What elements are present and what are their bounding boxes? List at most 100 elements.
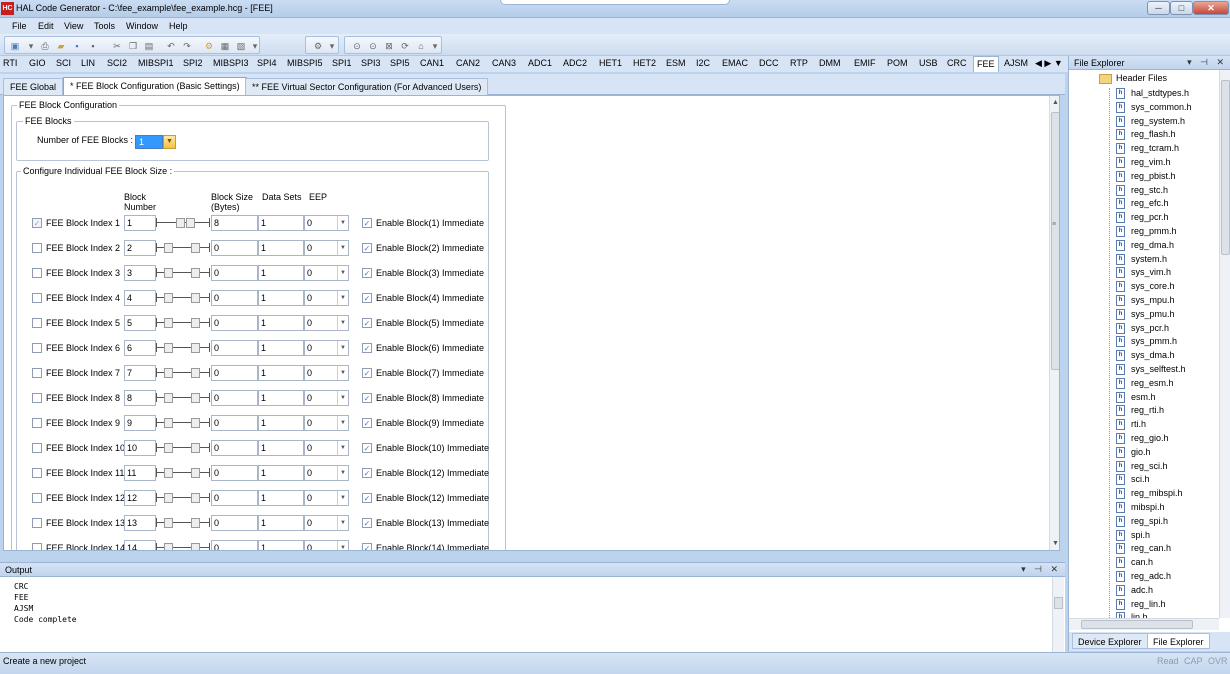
redo-icon[interactable]: ↷ [181, 40, 193, 52]
immediate-checkbox[interactable]: ✓ [362, 343, 372, 353]
block-size-slider[interactable] [154, 215, 210, 231]
block-size-slider[interactable] [154, 390, 210, 406]
eep-select[interactable]: 0 ▼ [304, 390, 349, 406]
tab-rti[interactable]: RTI [3, 58, 17, 68]
eep-select[interactable]: 0 ▼ [304, 415, 349, 431]
block-number-input[interactable]: 13 [124, 515, 156, 531]
tab-adc1[interactable]: ADC1 [528, 58, 552, 68]
scroll-up-icon[interactable]: ▲ [1052, 99, 1059, 106]
block-size-slider[interactable] [154, 540, 210, 550]
immediate-checkbox[interactable]: ✓ [362, 218, 372, 228]
immediate-checkbox[interactable]: ✓ [362, 443, 372, 453]
block-enable-checkbox[interactable] [32, 518, 42, 528]
eep-select[interactable]: 0 ▼ [304, 215, 349, 231]
tab-adc2[interactable]: ADC2 [563, 58, 587, 68]
data-sets-input[interactable]: 1 [258, 390, 304, 406]
menu-edit[interactable]: Edit [38, 21, 54, 31]
block-enable-checkbox[interactable] [32, 543, 42, 550]
tab-mibspi1[interactable]: MIBSPI1 [138, 58, 174, 68]
eep-select[interactable]: 0 ▼ [304, 290, 349, 306]
back-icon[interactable]: ⊙ [351, 40, 363, 52]
eep-select[interactable]: 0 ▼ [304, 240, 349, 256]
immediate-checkbox[interactable]: ✓ [362, 318, 372, 328]
block-enable-checkbox[interactable] [32, 493, 42, 503]
block-number-input[interactable]: 11 [124, 465, 156, 481]
eep-select[interactable]: 0 ▼ [304, 365, 349, 381]
tab-can2[interactable]: CAN2 [456, 58, 480, 68]
menu-file[interactable]: File [12, 21, 27, 31]
data-sets-input[interactable]: 1 [258, 490, 304, 506]
tab-can1[interactable]: CAN1 [420, 58, 444, 68]
tab-sci2[interactable]: SCI2 [107, 58, 127, 68]
undo-icon[interactable]: ↶ [165, 40, 177, 52]
block-enable-checkbox[interactable] [32, 393, 42, 403]
block-size-input[interactable]: 0 [211, 315, 258, 331]
data-sets-input[interactable]: 1 [258, 240, 304, 256]
generate-icon[interactable]: ⚙ [203, 40, 215, 52]
open-folder-icon[interactable]: ▰ [55, 40, 67, 52]
tab-fee[interactable]: FEE [973, 56, 999, 72]
scroll-down-icon[interactable]: ▼ [1052, 540, 1059, 547]
eep-select[interactable]: 0 ▼ [304, 540, 349, 550]
tab-fee-global[interactable]: FEE Global [3, 78, 64, 95]
block-enable-checkbox[interactable] [32, 268, 42, 278]
menu-window[interactable]: Window [126, 21, 158, 31]
eep-select[interactable]: 0 ▼ [304, 440, 349, 456]
block-size-slider[interactable] [154, 415, 210, 431]
block-number-input[interactable]: 6 [124, 340, 156, 356]
tab-rtp[interactable]: RTP [790, 58, 808, 68]
block-enable-checkbox[interactable]: ✓ [32, 218, 42, 228]
save-icon[interactable]: ▪ [71, 40, 83, 52]
block-number-input[interactable]: 4 [124, 290, 156, 306]
eep-select[interactable]: 0 ▼ [304, 315, 349, 331]
tab-lin[interactable]: LIN [81, 58, 95, 68]
tab-dmm[interactable]: DMM [819, 58, 841, 68]
tab-mibspi3[interactable]: MIBSPI3 [213, 58, 249, 68]
block-enable-checkbox[interactable] [32, 368, 42, 378]
block-size-slider[interactable] [154, 515, 210, 531]
block-number-input[interactable]: 3 [124, 265, 156, 281]
toolbar-overflow-icon[interactable]: ▾ [249, 40, 261, 52]
refresh-icon[interactable]: ⟳ [399, 40, 411, 52]
block-size-slider[interactable] [154, 490, 210, 506]
immediate-checkbox[interactable]: ✓ [362, 418, 372, 428]
tab-esm[interactable]: ESM [666, 58, 686, 68]
nav-dropdown-icon[interactable]: ▾ [429, 40, 441, 52]
block-enable-checkbox[interactable] [32, 443, 42, 453]
tab-het2[interactable]: HET2 [633, 58, 656, 68]
tab-emac[interactable]: EMAC [722, 58, 748, 68]
immediate-checkbox[interactable]: ✓ [362, 243, 372, 253]
block-size-slider[interactable] [154, 465, 210, 481]
block-number-input[interactable]: 7 [124, 365, 156, 381]
block-number-input[interactable]: 9 [124, 415, 156, 431]
immediate-checkbox[interactable]: ✓ [362, 543, 372, 550]
tab-usb[interactable]: USB [919, 58, 938, 68]
settings-icon[interactable]: ⚙ [312, 40, 324, 52]
menu-help[interactable]: Help [169, 21, 188, 31]
tab-i2c[interactable]: I2C [696, 58, 710, 68]
cut-icon[interactable]: ✂ [111, 40, 123, 52]
data-sets-input[interactable]: 1 [258, 415, 304, 431]
tab-het1[interactable]: HET1 [599, 58, 622, 68]
export-icon[interactable]: ▧ [235, 40, 247, 52]
file-tree-hscroll[interactable] [1069, 618, 1219, 630]
block-size-input[interactable]: 0 [211, 390, 258, 406]
block-enable-checkbox[interactable] [32, 418, 42, 428]
tab-file-explorer[interactable]: File Explorer [1147, 633, 1210, 649]
data-sets-input[interactable]: 1 [258, 440, 304, 456]
tab-spi1[interactable]: SPI1 [332, 58, 352, 68]
block-number-input[interactable]: 5 [124, 315, 156, 331]
menu-view[interactable]: View [64, 21, 83, 31]
immediate-checkbox[interactable]: ✓ [362, 468, 372, 478]
close-button[interactable]: ✕ [1193, 1, 1229, 15]
output-pane-controls[interactable]: ▾ ⊣ ✕ [1021, 564, 1061, 575]
block-size-input[interactable]: 0 [211, 465, 258, 481]
block-size-slider[interactable] [154, 315, 210, 331]
immediate-checkbox[interactable]: ✓ [362, 293, 372, 303]
config-icon[interactable]: ▦ [219, 40, 231, 52]
data-sets-input[interactable]: 1 [258, 265, 304, 281]
file-explorer-controls[interactable]: ▾ ⊣ ✕ [1187, 57, 1227, 68]
tab-emif[interactable]: EMIF [854, 58, 876, 68]
block-enable-checkbox[interactable] [32, 243, 42, 253]
paste-icon[interactable]: ▤ [143, 40, 155, 52]
